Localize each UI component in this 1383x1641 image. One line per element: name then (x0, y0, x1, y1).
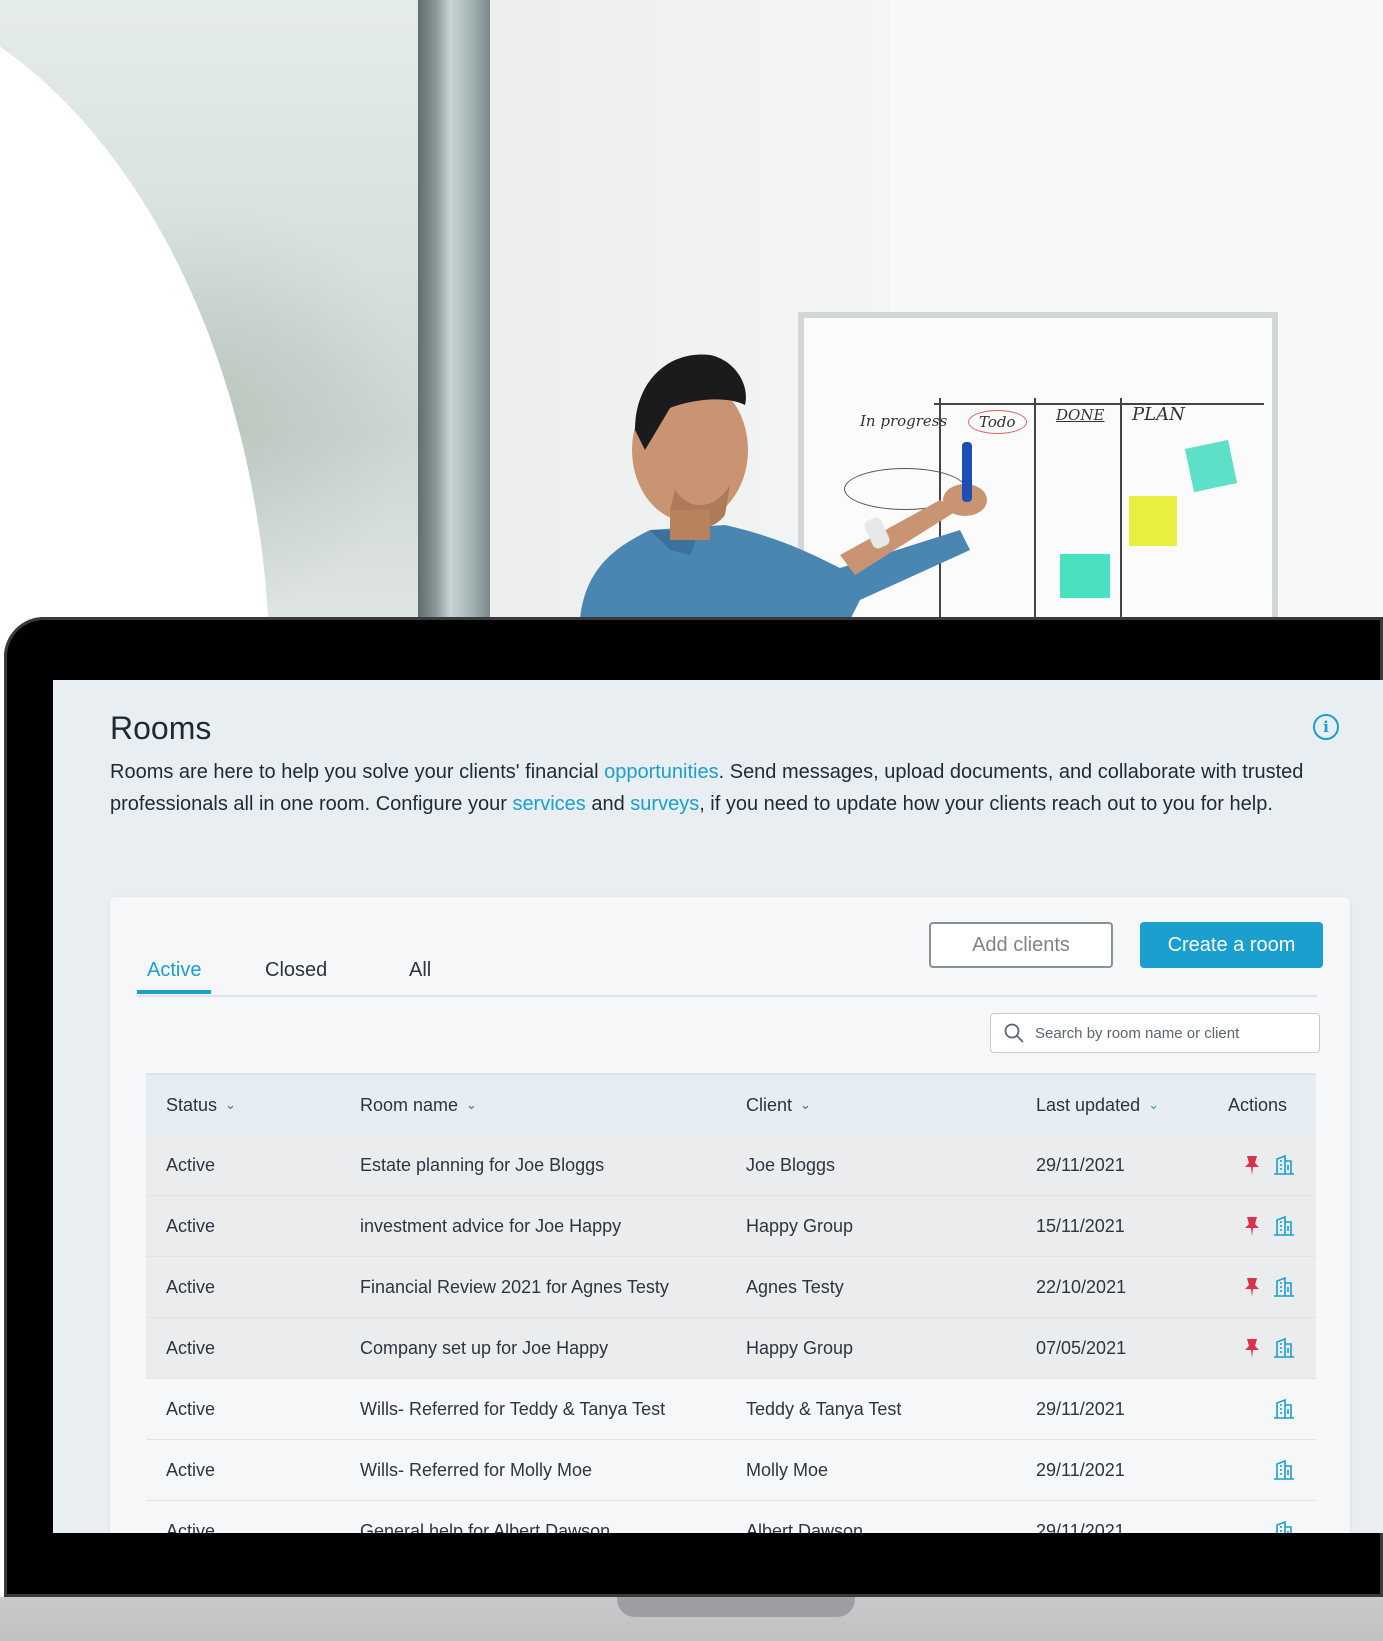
room-name-cell: Estate planning for Joe Bloggs (360, 1154, 605, 1175)
chevron-down-icon: ⌄ (225, 1097, 236, 1112)
actions-cell (1236, 1135, 1296, 1195)
page-description: Rooms are here to help you solve your cl… (110, 761, 1304, 815)
create-room-button[interactable]: Create a room (1140, 922, 1323, 968)
hero-photo: In progress Todo DONE PLAN (0, 0, 1383, 620)
sticky-note (1129, 496, 1177, 546)
status-cell: Active (166, 1337, 216, 1358)
actions-cell (1236, 1440, 1296, 1500)
room-name-column-header[interactable]: Room name ⌄ (360, 1095, 477, 1116)
tab-closed[interactable]: Closed (265, 959, 327, 990)
client-cell: Molly Moe (746, 1459, 829, 1480)
table-row[interactable]: Active Wills- Referred for Molly Moe Molly… (146, 1440, 1316, 1501)
actions-column-header: Actions (1228, 1094, 1288, 1115)
search-input[interactable] (1033, 1023, 1317, 1043)
whiteboard-heading: PLAN (1132, 404, 1185, 425)
room-name-cell: investment advice for Joe Happy (360, 1215, 622, 1236)
laptop-notch (617, 1597, 855, 1617)
opportunities-link[interactable]: opportunities (604, 761, 719, 783)
table-row[interactable]: Active General help for Albert Dawson Albe… (146, 1501, 1316, 1533)
building-icon[interactable] (1272, 1519, 1296, 1533)
building-icon[interactable] (1272, 1214, 1296, 1238)
services-link[interactable]: services (512, 793, 585, 815)
search-box (990, 1013, 1320, 1053)
photo-window-frame (418, 0, 490, 620)
sticky-note (1184, 439, 1238, 493)
building-icon[interactable] (1272, 1397, 1296, 1421)
status-cell: Active (166, 1520, 216, 1534)
pin-icon[interactable] (1242, 1337, 1262, 1359)
client-cell: Joe Bloggs (746, 1154, 836, 1175)
rooms-table: Status ⌄ Room name ⌄ Client ⌄ Last updated ⌄… (146, 1073, 1316, 1533)
actions-cell (1236, 1318, 1296, 1378)
pin-icon[interactable] (1242, 1154, 1262, 1176)
last-updated-cell: 22/10/2021 (1036, 1276, 1127, 1297)
last-updated-cell: 15/11/2021 (1036, 1215, 1125, 1236)
table-header: Status ⌄ Room name ⌄ Client ⌄ Last updated ⌄… (146, 1073, 1316, 1135)
status-column-header[interactable]: Status ⌄ (166, 1095, 236, 1116)
pin-icon[interactable] (1242, 1276, 1262, 1298)
room-name-cell: Financial Review 2021 for Agnes Testy (360, 1276, 669, 1297)
last-updated-cell: 29/11/2021 (1036, 1154, 1125, 1175)
last-updated-cell: 29/11/2021 (1036, 1459, 1125, 1480)
page-title: Rooms (110, 710, 212, 746)
client-column-header[interactable]: Client ⌄ (746, 1095, 811, 1116)
table-row[interactable]: Active investment advice for Joe Happy Hap… (146, 1196, 1316, 1257)
client-cell: Teddy & Tanya Test (746, 1398, 902, 1419)
last-updated-cell: 07/05/2021 (1036, 1337, 1127, 1358)
status-cell: Active (166, 1215, 216, 1236)
chevron-down-icon: ⌄ (1148, 1097, 1159, 1112)
presenter-illustration (580, 354, 987, 620)
client-cell: Agnes Testy (746, 1276, 844, 1297)
info-icon[interactable]: i (1313, 714, 1339, 740)
room-name-cell: General help for Albert Dawson (360, 1520, 611, 1534)
last-updated-cell: 29/11/2021 (1036, 1520, 1125, 1534)
rooms-card: Active Closed All Add clients Create a r… (110, 897, 1350, 1533)
add-clients-button[interactable]: Add clients (929, 922, 1113, 968)
room-name-cell: Wills- Referred for Teddy & Tanya Test (360, 1398, 666, 1419)
tab-all[interactable]: All (409, 959, 431, 990)
surveys-link[interactable]: surveys (630, 793, 699, 815)
actions-cell (1236, 1379, 1296, 1439)
table-row[interactable]: Active Estate planning for Joe Bloggs Joe … (146, 1135, 1316, 1196)
table-row[interactable]: Active Wills- Referred for Teddy & Tanya … (146, 1379, 1316, 1440)
room-name-cell: Wills- Referred for Molly Moe (360, 1459, 593, 1480)
table-row[interactable]: Active Financial Review 2021 for Agnes Te… (146, 1257, 1316, 1318)
table-body: Active Estate planning for Joe Bloggs Joe … (146, 1135, 1316, 1533)
table-row[interactable]: Active Company set up for Joe Happy Happy … (146, 1318, 1316, 1379)
actions-cell (1236, 1257, 1296, 1317)
status-cell: Active (166, 1154, 216, 1175)
building-icon[interactable] (1272, 1336, 1296, 1360)
actions-cell (1236, 1196, 1296, 1256)
client-cell: Happy Group (746, 1337, 854, 1358)
client-cell: Happy Group (746, 1215, 854, 1236)
status-cell: Active (166, 1459, 216, 1480)
last-updated-cell: 29/11/2021 (1036, 1398, 1125, 1419)
status-cell: Active (166, 1398, 216, 1419)
search-icon (1003, 1022, 1025, 1044)
room-name-cell: Company set up for Joe Happy (360, 1337, 609, 1358)
chevron-down-icon: ⌄ (466, 1097, 477, 1112)
tab-active[interactable]: Active (136, 959, 213, 994)
last-updated-column-header[interactable]: Last updated ⌄ (1036, 1095, 1159, 1116)
building-icon[interactable] (1272, 1275, 1296, 1299)
sticky-note (1060, 554, 1110, 598)
actions-cell (1236, 1501, 1296, 1533)
building-icon[interactable] (1272, 1458, 1296, 1482)
status-cell: Active (166, 1276, 216, 1297)
whiteboard-heading: DONE (1056, 406, 1105, 424)
building-icon[interactable] (1272, 1153, 1296, 1177)
app-screen: Rooms i Rooms are here to help you solve… (53, 680, 1383, 1533)
client-cell: Albert Dawson (746, 1520, 864, 1534)
chevron-down-icon: ⌄ (800, 1097, 811, 1112)
pin-icon[interactable] (1242, 1215, 1262, 1237)
